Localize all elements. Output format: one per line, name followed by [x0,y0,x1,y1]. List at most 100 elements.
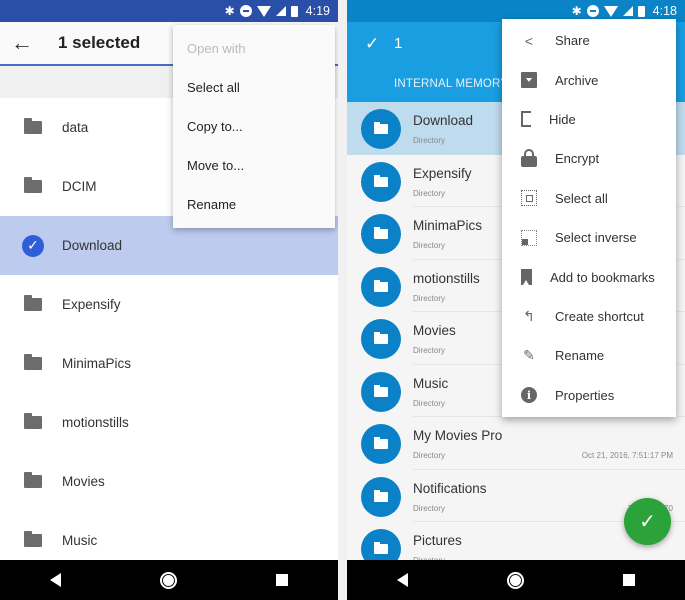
cell-signal-icon [622,6,633,16]
home-circle-icon[interactable] [159,571,177,589]
file-type: Directory [413,346,446,355]
menu-item-label: Create shortcut [555,308,644,324]
file-row[interactable]: Movies [0,452,338,511]
file-name: motionstills [413,270,480,286]
check-icon[interactable]: ✓ [365,34,379,54]
menu-item-label: Archive [555,72,599,88]
do-not-disturb-icon [586,5,599,17]
bookmark-icon [521,269,532,286]
menu-item-label: Properties [555,387,615,403]
file-type: Directory [413,398,446,408]
menu-item-label: Select inverse [555,230,637,246]
right-phone-screen: ✱ 4:18 ✓ 1 INTERNAL MEMORY Download Direc… [347,0,685,600]
menu-item-label: Share [555,33,590,49]
file-name: Movies [62,474,105,489]
folder-icon [24,413,42,429]
shortcut-icon: ↰ [523,307,535,324]
battery-icon [637,5,645,17]
back-triangle-icon[interactable] [396,573,408,587]
menu-item-select-all[interactable]: Select all [173,68,335,107]
file-row[interactable]: MinimaPics [0,334,338,393]
folder-avatar-icon [361,266,401,307]
file-type: Directory [413,241,446,250]
file-type: Directory [413,503,446,513]
file-name: Notifications [413,480,487,496]
folder-avatar-icon [361,371,401,412]
folder-avatar-icon [361,319,401,359]
file-row[interactable]: motionstills [0,393,338,452]
file-name: Movies [413,323,456,338]
menu-item-rename[interactable]: Rename [173,185,335,224]
menu-item-encrypt[interactable]: Encrypt [502,139,676,178]
overflow-menu: Open with Select all Copy to... Move to.… [173,25,335,228]
archive-icon [521,72,537,89]
checked-circle-icon: ✓ [22,234,44,257]
file-row[interactable]: Expensify [0,275,338,334]
folder-icon [24,531,42,547]
menu-item-archive[interactable]: Archive [502,60,676,99]
file-name: DCIM [62,179,97,194]
folder-icon [24,295,42,311]
file-name: MinimaPics [413,218,483,233]
folder-avatar-icon [361,424,401,464]
file-name: Music [62,533,98,548]
battery-icon [290,5,298,17]
wifi-icon [603,5,618,17]
menu-item-select-all[interactable]: Select all [502,179,676,218]
menu-item-move-to[interactable]: Move to... [173,146,335,185]
folder-icon [24,354,42,370]
folder-avatar-icon [361,476,401,517]
screen-divider [338,0,347,600]
status-bar: ✱ 4:19 [0,0,338,22]
left-phone-screen: ✱ 4:19 ← 1 selected data DCIM ✓ Download … [0,0,338,600]
bluetooth-icon: ✱ [571,4,582,18]
navigation-bar [347,560,685,600]
folder-avatar-icon [361,161,401,202]
file-name: Download [413,113,474,128]
menu-item-rename[interactable]: ✎ Rename [502,336,676,375]
overflow-menu: < Share Archive Hide Encrypt Select all S… [502,19,676,417]
file-name: Expensify [413,165,472,181]
file-name: Pictures [413,533,462,548]
lock-icon [521,148,537,167]
file-name: Expensify [62,297,121,312]
check-icon: ✓ [639,511,656,533]
menu-item-label: Encrypt [555,151,600,167]
status-time: 4:19 [305,4,330,18]
file-name: MinimaPics [62,356,132,371]
selection-title: 1 selected [58,33,141,52]
arrow-left-icon: ← [11,30,33,55]
file-type: Directory [413,293,446,303]
folder-icon [24,177,42,193]
tab-internal-memory[interactable]: INTERNAL MEMORY [394,78,508,90]
file-row[interactable]: My Movies Pro Directory Oct 21, 2016, 7:51… [347,417,685,470]
menu-item-open-with: Open with [187,41,246,56]
menu-item-share[interactable]: < Share [502,21,676,60]
folder-icon [24,472,42,488]
select-all-icon [521,190,537,207]
status-time: 4:18 [652,4,677,18]
menu-item-properties[interactable]: i Properties [502,376,676,415]
file-type: Directory [413,136,446,145]
folder-icon [24,118,42,134]
file-name: Music [413,375,449,391]
confirm-fab-button[interactable]: ✓ [624,498,671,545]
back-button[interactable]: ← [0,21,44,65]
menu-item-copy-to[interactable]: Copy to... [173,107,335,146]
recents-square-icon[interactable] [623,574,636,586]
back-triangle-icon[interactable] [49,573,61,587]
file-name: data [62,120,89,135]
menu-item-hide[interactable]: Hide [502,100,676,139]
file-name: Download [62,238,123,253]
folder-avatar-icon [361,109,401,149]
recents-square-icon[interactable] [276,574,289,586]
menu-item-select-inverse[interactable]: Select inverse [502,218,676,257]
menu-item-label: Hide [549,111,576,127]
home-circle-icon[interactable] [506,571,524,589]
menu-item-create-shortcut[interactable]: ↰ Create shortcut [502,297,676,336]
menu-item-add-to-bookmarks[interactable]: Add to bookmarks [502,257,676,296]
cell-signal-icon [275,6,286,16]
pencil-icon: ✎ [523,347,535,364]
file-type: Directory [413,451,446,460]
selection-count: 1 [394,35,403,52]
